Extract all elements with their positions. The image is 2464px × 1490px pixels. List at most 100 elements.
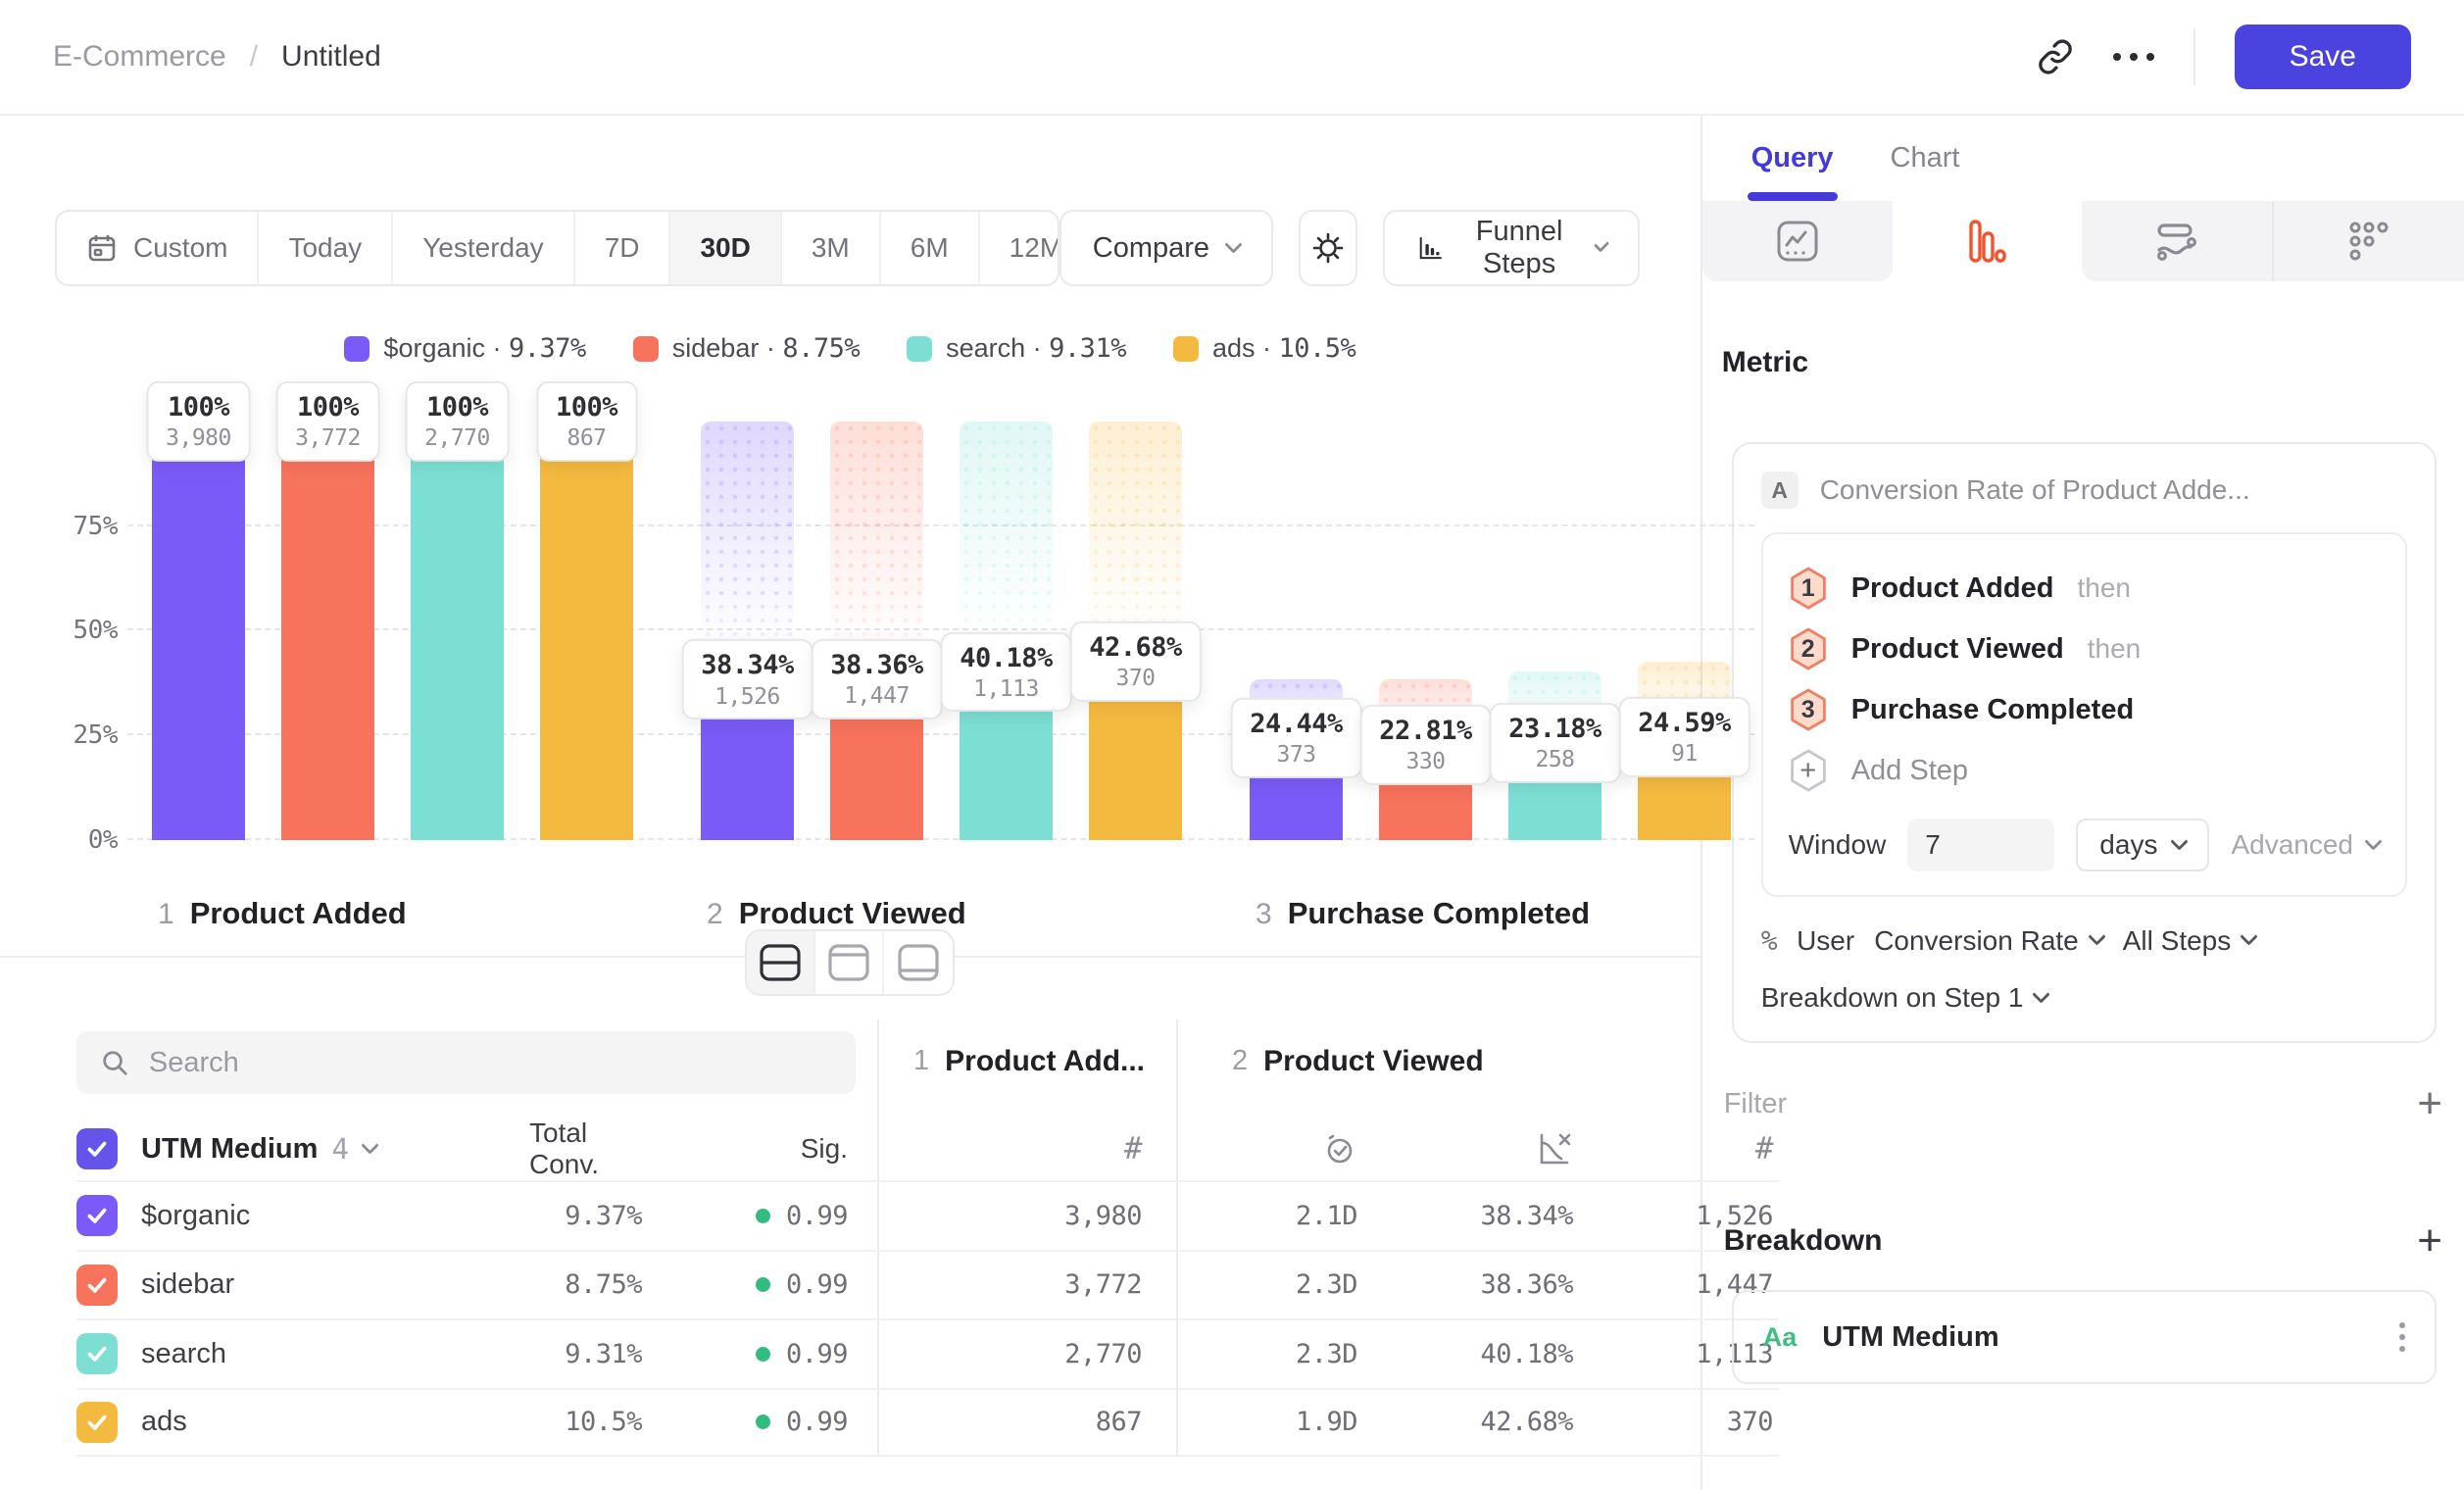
check-icon: [84, 1341, 110, 1366]
search-input[interactable]: [149, 1047, 832, 1079]
funnel-step-item[interactable]: 3 Purchase Completed: [1789, 679, 2380, 740]
add-filter-button[interactable]: +: [2417, 1082, 2442, 1125]
bar-value-label: 40.18%1,113: [940, 632, 1072, 713]
header-divider: [2193, 28, 2195, 85]
legend-swatch: [1173, 336, 1199, 362]
bar-value-label: 24.59%91: [1618, 697, 1750, 777]
legend-item[interactable]: search · 9.31%: [907, 333, 1126, 364]
breadcrumb-current[interactable]: Untitled: [281, 40, 381, 74]
layout-split-button[interactable]: [747, 931, 815, 994]
scope-selector[interactable]: All Steps: [2123, 925, 2256, 957]
advanced-toggle[interactable]: Advanced: [2231, 829, 2380, 861]
row-step1-count: 867: [877, 1388, 1176, 1458]
table-row-name[interactable]: ads: [76, 1388, 529, 1458]
row-sig: 0.99: [642, 1318, 856, 1388]
chart-type-funnel-tab[interactable]: [1893, 201, 2083, 281]
funnel-bar[interactable]: [540, 422, 633, 840]
metric-settings-row: % User Conversion Rate All Steps: [1761, 924, 2407, 957]
layout-chart-only-button[interactable]: [815, 931, 884, 994]
legend-item[interactable]: $organic · 9.37%: [344, 333, 585, 364]
date-range-12m[interactable]: 12M: [980, 212, 1060, 284]
breakdown-step-label: Breakdown on Step 1: [1761, 982, 2024, 1014]
step2-conv-header[interactable]: [1357, 1118, 1573, 1180]
chart-type-line-tab[interactable]: [1702, 201, 1893, 281]
table-row-name[interactable]: $organic: [76, 1180, 529, 1250]
chart-view-selector[interactable]: Funnel Steps: [1383, 210, 1640, 286]
row-checkbox[interactable]: [76, 1195, 118, 1236]
share-link-icon[interactable]: [2037, 38, 2074, 75]
select-all-checkbox[interactable]: [76, 1128, 118, 1169]
compare-button[interactable]: Compare: [1060, 210, 1273, 286]
entity-selector[interactable]: User: [1797, 925, 1854, 957]
funnel-step-item[interactable]: 1 Product Added then: [1789, 558, 2380, 619]
row-step2-time: 2.3D: [1176, 1250, 1357, 1319]
date-range-custom[interactable]: Custom: [57, 212, 259, 284]
row-sig: 0.99: [642, 1250, 856, 1319]
spacer: [856, 1318, 877, 1388]
layout-table-only-button[interactable]: [884, 931, 953, 994]
entity-label: User: [1797, 925, 1854, 957]
breakdown-item-menu-icon[interactable]: [2399, 1322, 2405, 1352]
legend-item[interactable]: sidebar · 8.75%: [633, 333, 860, 364]
y-axis-label: 0%: [88, 825, 118, 855]
step1-column-header: 1Product Add...: [877, 1019, 1176, 1118]
breakdown-item[interactable]: Aa UTM Medium: [1732, 1290, 2437, 1384]
group-column-header[interactable]: UTM Medium 4: [76, 1118, 529, 1180]
tab-query[interactable]: Query: [1751, 116, 1834, 201]
retention-grid-icon: [2345, 218, 2392, 265]
date-range-6m[interactable]: 6M: [881, 212, 980, 284]
row-step1-count: 3,772: [877, 1250, 1176, 1319]
step2-time-header[interactable]: [1176, 1118, 1357, 1180]
date-range-30d[interactable]: 30D: [670, 212, 781, 284]
row-checkbox[interactable]: [76, 1265, 118, 1306]
breadcrumb-parent[interactable]: E-Commerce: [53, 40, 226, 74]
breakdown-step-selector[interactable]: Breakdown on Step 1: [1761, 982, 2048, 1014]
chart-settings-button[interactable]: [1299, 210, 1357, 286]
date-range-7d[interactable]: 7D: [575, 212, 671, 284]
funnel-bar[interactable]: [152, 422, 245, 840]
bar-value-label: 38.34%1,526: [681, 639, 813, 720]
funnel-step-item[interactable]: 2 Product Viewed then: [1789, 619, 2380, 679]
chart-type-retention-tab[interactable]: [2272, 201, 2464, 281]
add-breakdown-button[interactable]: +: [2417, 1219, 2442, 1263]
chevron-down-icon[interactable]: [362, 1136, 379, 1154]
row-checkbox[interactable]: [76, 1333, 118, 1374]
chart-type-tabs: [1702, 201, 2464, 281]
metric-title[interactable]: Conversion Rate of Product Adde...: [1820, 474, 2250, 506]
sig-header[interactable]: Sig.: [642, 1118, 856, 1180]
table-row-name[interactable]: search: [76, 1318, 529, 1388]
legend-item[interactable]: ads · 10.5%: [1173, 333, 1355, 364]
more-options-icon[interactable]: [2113, 53, 2154, 61]
save-button[interactable]: Save: [2235, 25, 2411, 89]
date-range-today[interactable]: Today: [259, 212, 393, 284]
sidebar-tabs: Query Chart: [1702, 116, 2464, 201]
add-step-button[interactable]: + Add Step: [1789, 740, 2380, 801]
sig-dot: [756, 1277, 770, 1292]
search-icon: [100, 1047, 129, 1078]
row-label: sidebar: [141, 1268, 234, 1301]
bar-value-label: 42.68%370: [1069, 621, 1202, 702]
row-checkbox[interactable]: [76, 1402, 118, 1443]
breakdown-item-name: UTM Medium: [1822, 1321, 1998, 1354]
step1-count-header[interactable]: #: [877, 1118, 1176, 1180]
breakdown-step-row: Breakdown on Step 1: [1761, 982, 2407, 1014]
funnel-bar[interactable]: [411, 422, 504, 840]
measure-selector[interactable]: Conversion Rate: [1874, 925, 2103, 957]
gear-icon: [1308, 228, 1348, 268]
tab-chart[interactable]: Chart: [1891, 116, 1960, 201]
legend-label: $organic · 9.37%: [383, 333, 585, 364]
date-range-yesterday[interactable]: Yesterday: [393, 212, 575, 284]
date-range-3m[interactable]: 3M: [782, 212, 881, 284]
total-conv-header[interactable]: Total Conv.: [529, 1118, 642, 1180]
funnel-bar[interactable]: [281, 422, 374, 840]
chevron-down-icon: [1594, 236, 1609, 252]
table-search: [76, 1031, 856, 1094]
bar-value-label: 100%2,770: [405, 381, 510, 462]
chart-type-flow-tab[interactable]: [2082, 201, 2272, 281]
date-range-label: 6M: [911, 232, 949, 264]
step-name: Product Viewed: [1851, 633, 2064, 666]
table-row-name[interactable]: sidebar: [76, 1250, 529, 1319]
window-value-input[interactable]: [1907, 819, 2054, 871]
window-unit-selector[interactable]: days: [2076, 819, 2209, 871]
step-number-badge: 3: [1789, 688, 1828, 731]
